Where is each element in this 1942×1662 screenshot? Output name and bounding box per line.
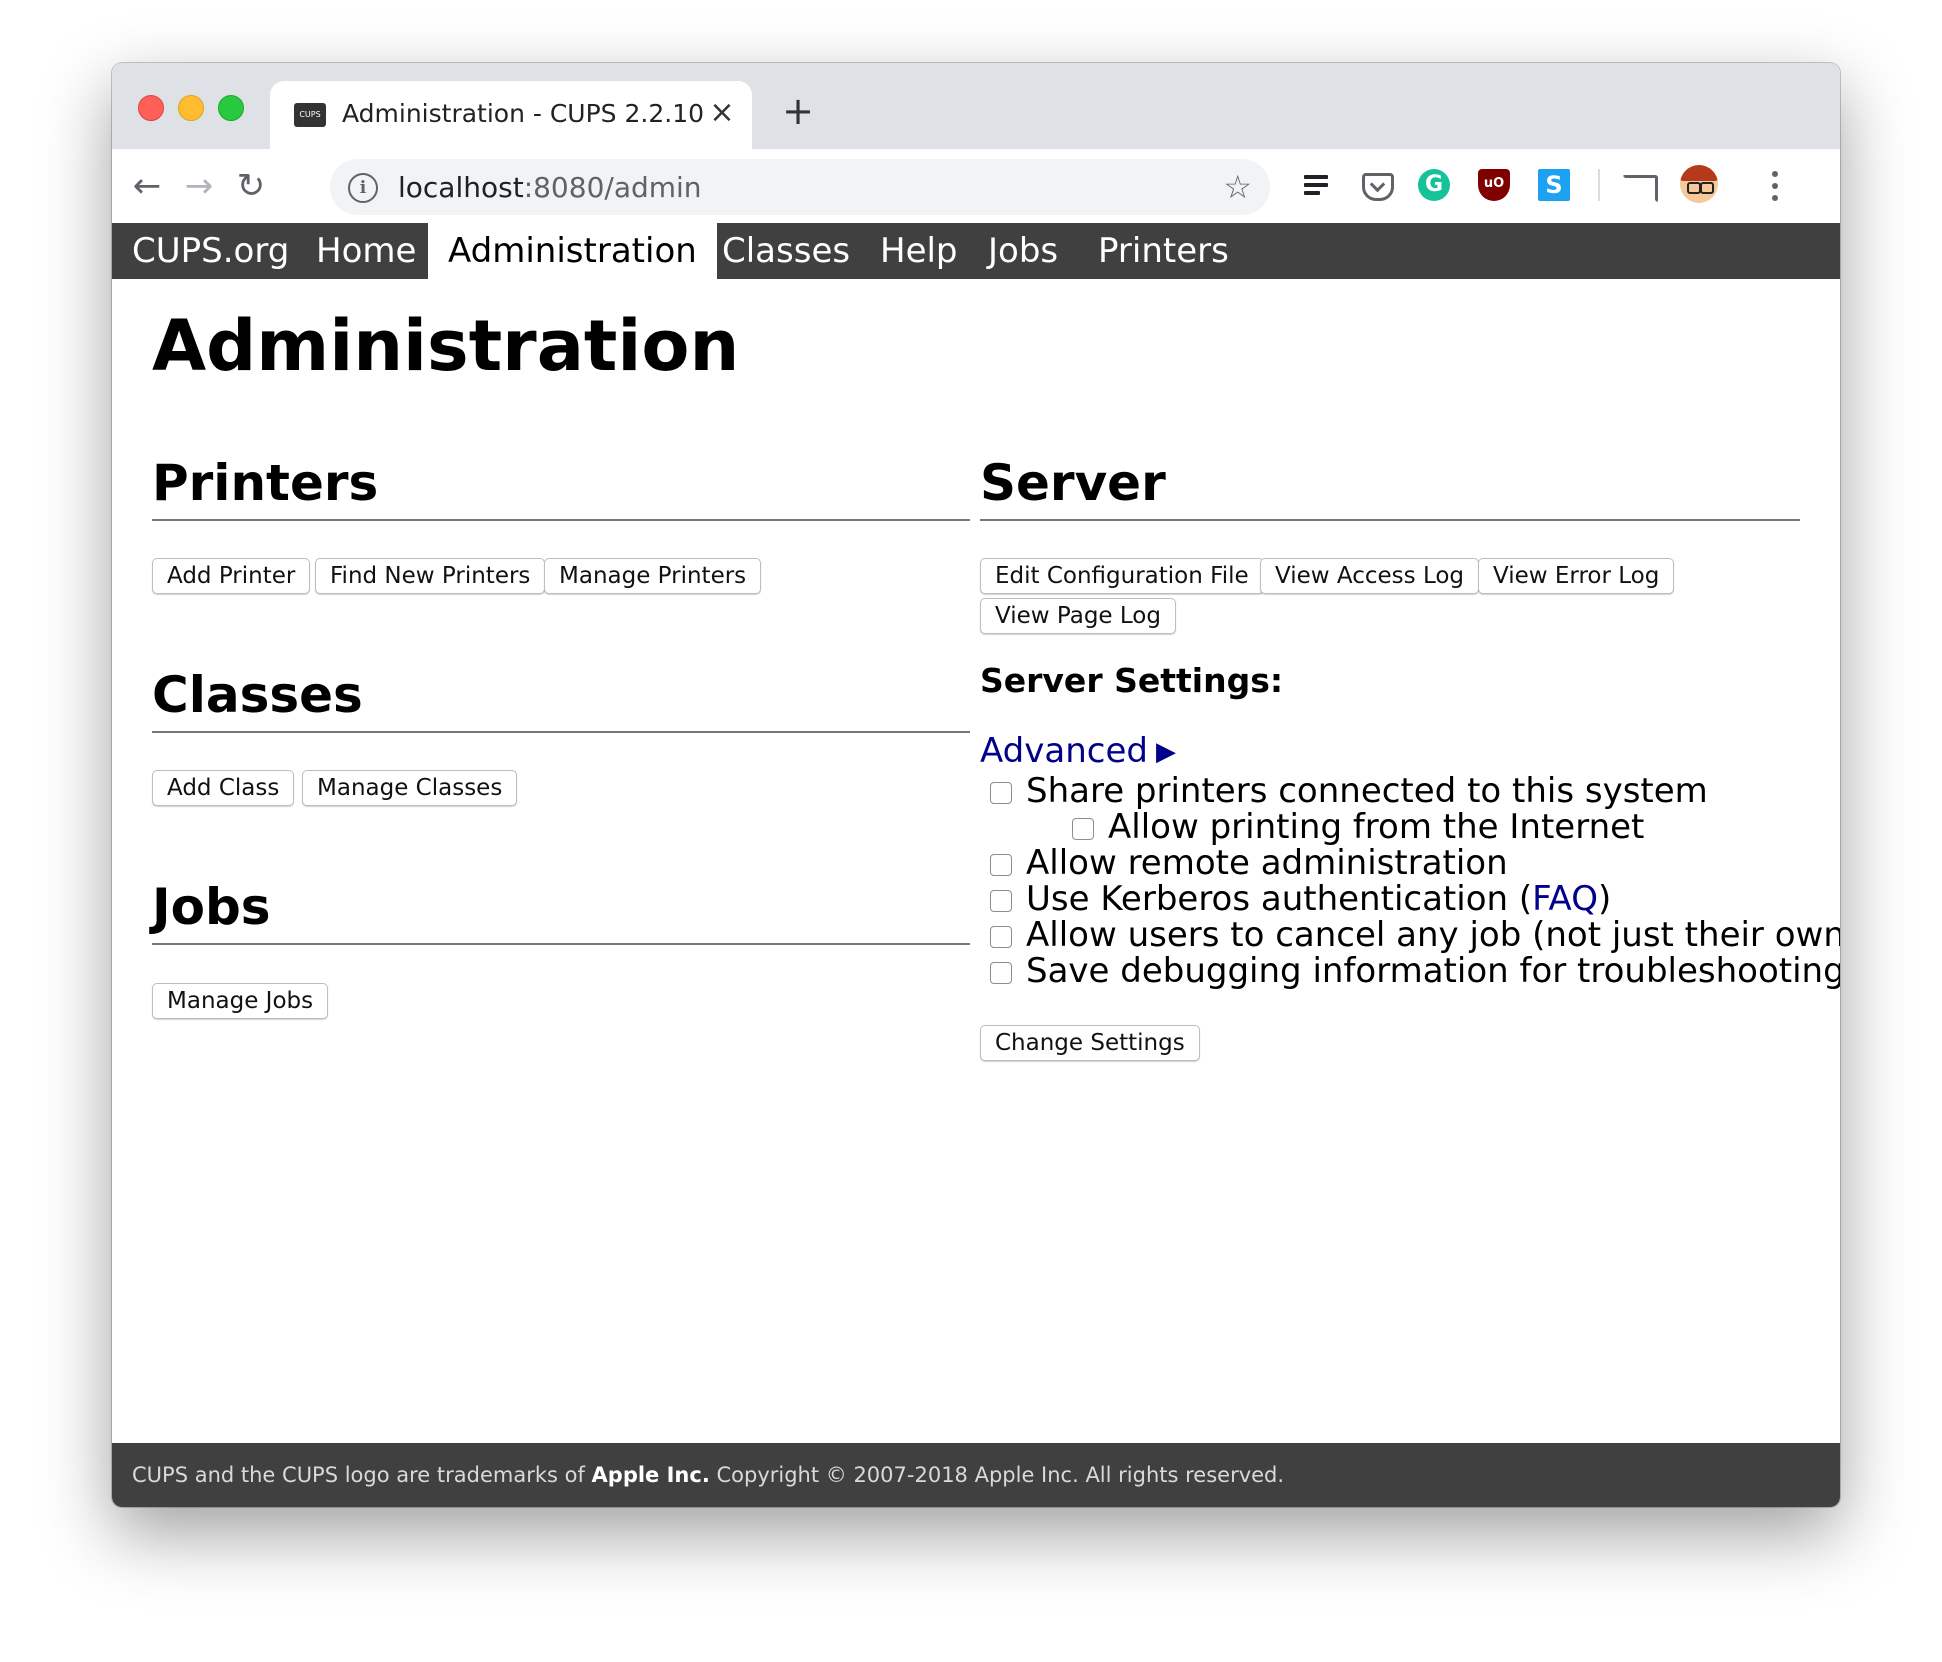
pocket-icon[interactable] [1362, 173, 1394, 201]
footer-apple: Apple Inc. [591, 1463, 710, 1487]
allow-internet-printing-checkbox[interactable] [1072, 818, 1094, 840]
remote-admin-checkbox[interactable] [990, 854, 1012, 876]
cancel-any-job-label: Allow users to cancel any job (not just … [1026, 915, 1840, 955]
address-bar[interactable]: i localhost:8080/admin ☆ [330, 159, 1270, 215]
url-text[interactable]: localhost:8080/admin [398, 171, 702, 204]
change-settings-button[interactable]: Change Settings [980, 1025, 1200, 1061]
page-title: Administration [152, 305, 740, 387]
nav-cups-org[interactable]: CUPS.org [132, 223, 289, 279]
footer-text: CUPS and the CUPS logo are trademarks of… [132, 1443, 1284, 1507]
kerberos-label: Use Kerberos authentication (FAQ) [1026, 881, 1611, 917]
minimize-window-button[interactable] [178, 95, 204, 121]
advanced-label: Advanced [980, 731, 1148, 771]
browser-toolbar: ← → ↻ i localhost:8080/admin ☆ G uO S [112, 149, 1840, 223]
edit-configuration-file-button[interactable]: Edit Configuration File [980, 558, 1264, 594]
printers-divider [152, 519, 970, 521]
s-extension-icon[interactable]: S [1538, 169, 1570, 201]
jobs-divider [152, 943, 970, 945]
add-printer-button[interactable]: Add Printer [152, 558, 311, 594]
zoom-window-button[interactable] [218, 95, 244, 121]
footer-prefix: CUPS and the CUPS logo are trademarks of [132, 1463, 592, 1487]
cups-favicon-icon: CUPS [294, 103, 326, 127]
kerberos-label-text: Use Kerberos authentication ( [1026, 879, 1533, 919]
server-heading: Server [980, 454, 1166, 512]
tab-close-icon[interactable]: × [706, 95, 738, 131]
tab-title: Administration - CUPS 2.2.10 [342, 99, 705, 128]
browser-window: CUPS Administration - CUPS 2.2.10 × + ← … [112, 63, 1840, 1507]
server-divider [980, 519, 1800, 521]
cups-nav-bar: CUPS.org Home Administration Classes Hel… [112, 223, 1840, 279]
allow-internet-printing-label: Allow printing from the Internet [1108, 807, 1645, 847]
new-tab-button[interactable]: + [778, 91, 818, 131]
add-class-button[interactable]: Add Class [152, 770, 295, 806]
share-printers-label: Share printers connected to this system [1026, 771, 1708, 811]
page-footer: CUPS and the CUPS logo are trademarks of… [112, 1443, 1840, 1507]
printers-heading: Printers [152, 454, 379, 512]
reading-list-icon[interactable] [1302, 169, 1334, 201]
remote-admin-label: Allow remote administration [1026, 843, 1508, 883]
bookmark-star-icon[interactable]: ☆ [1223, 167, 1252, 207]
footer-copyright: Copyright © 2007-2018 Apple Inc. All rig… [709, 1463, 1285, 1487]
jobs-heading: Jobs [152, 878, 271, 936]
view-page-log-button[interactable]: View Page Log [980, 598, 1176, 634]
tab-administration[interactable]: CUPS Administration - CUPS 2.2.10 × [270, 81, 752, 149]
nav-help[interactable]: Help [880, 223, 958, 279]
manage-printers-button[interactable]: Manage Printers [544, 558, 762, 594]
kerberos-label-close: ) [1597, 879, 1612, 919]
site-info-icon[interactable]: i [348, 173, 378, 203]
toolbar-divider [1598, 169, 1600, 201]
close-window-button[interactable] [138, 95, 164, 121]
back-icon[interactable]: ← [124, 163, 170, 209]
cancel-any-job-checkbox[interactable] [990, 926, 1012, 948]
faq-link[interactable]: FAQ [1532, 879, 1598, 919]
find-new-printers-button[interactable]: Find New Printers [315, 558, 546, 594]
cast-icon[interactable] [1622, 175, 1658, 203]
manage-jobs-button[interactable]: Manage Jobs [152, 983, 329, 1019]
expand-triangle-icon: ▶ [1155, 737, 1176, 767]
forward-icon[interactable]: → [176, 163, 222, 209]
nav-administration[interactable]: Administration [428, 223, 717, 279]
nav-home[interactable]: Home [316, 223, 416, 279]
nav-jobs[interactable]: Jobs [988, 223, 1058, 279]
ublock-icon[interactable]: uO [1478, 169, 1510, 201]
browser-menu-icon[interactable] [1770, 171, 1780, 205]
kerberos-checkbox[interactable] [990, 890, 1012, 912]
url-path: :8080/admin [523, 171, 702, 204]
debug-logging-label: Save debugging information for troublesh… [1026, 951, 1840, 991]
url-host: localhost [398, 171, 524, 204]
nav-printers[interactable]: Printers [1098, 223, 1229, 279]
title-bar: CUPS Administration - CUPS 2.2.10 × + [112, 63, 1840, 149]
share-printers-checkbox[interactable] [990, 782, 1012, 804]
nav-classes[interactable]: Classes [722, 223, 850, 279]
classes-heading: Classes [152, 666, 363, 724]
reload-icon[interactable]: ↻ [228, 163, 274, 209]
profile-avatar-icon[interactable] [1680, 165, 1718, 203]
server-settings-heading: Server Settings: [980, 661, 1284, 700]
debug-logging-checkbox[interactable] [990, 962, 1012, 984]
advanced-link[interactable]: Advanced ▶ [980, 731, 1176, 771]
classes-divider [152, 731, 970, 733]
view-error-log-button[interactable]: View Error Log [1478, 558, 1675, 594]
grammarly-icon[interactable]: G [1418, 169, 1450, 201]
view-access-log-button[interactable]: View Access Log [1260, 558, 1480, 594]
manage-classes-button[interactable]: Manage Classes [302, 770, 518, 806]
cups-page: CUPS.org Home Administration Classes Hel… [112, 223, 1840, 1507]
